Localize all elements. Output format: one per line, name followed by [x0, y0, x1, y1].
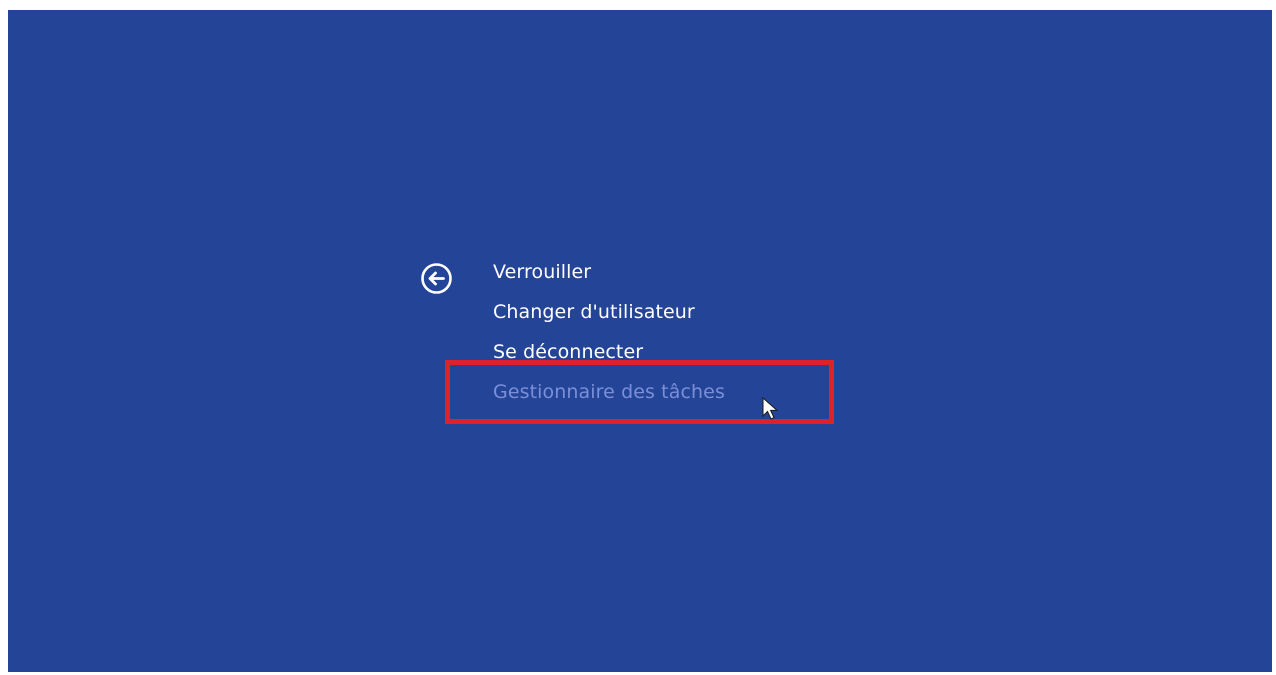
- security-options-screen: Verrouiller Changer d'utilisateur Se déc…: [8, 10, 1272, 672]
- mouse-cursor-icon: [762, 396, 782, 421]
- menu-item-switch-user[interactable]: Changer d'utilisateur: [493, 292, 725, 332]
- menu-item-task-manager[interactable]: Gestionnaire des tâches: [493, 372, 725, 412]
- arrow-left-circle-icon: [420, 262, 453, 295]
- back-button[interactable]: [420, 262, 453, 295]
- menu-item-lock[interactable]: Verrouiller: [493, 252, 725, 292]
- security-options-menu: Verrouiller Changer d'utilisateur Se déc…: [493, 252, 725, 412]
- menu-item-sign-out[interactable]: Se déconnecter: [493, 332, 725, 372]
